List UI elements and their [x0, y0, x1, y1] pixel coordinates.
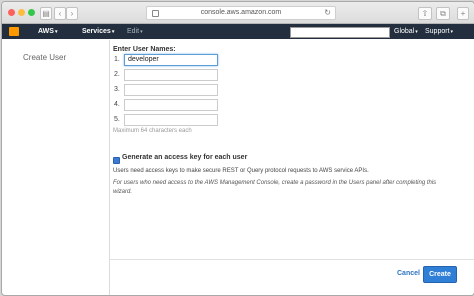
generate-access-key-label[interactable]: Generate an access key for each user: [122, 154, 247, 161]
navbar-search-input[interactable]: [290, 27, 390, 38]
row-number: 4.: [114, 101, 120, 108]
region-menu-label: Global: [394, 28, 415, 35]
back-button[interactable]: ‹: [54, 7, 66, 20]
chevron-down-icon: ▾: [450, 29, 454, 35]
create-button[interactable]: Create: [423, 266, 457, 283]
footer-divider: [110, 259, 474, 260]
share-icon[interactable]: ⇧: [418, 7, 432, 20]
url-text: console.aws.amazon.com: [200, 9, 282, 16]
tabs-icon[interactable]: ⧉: [436, 7, 450, 20]
chevron-down-icon: ▾: [415, 29, 418, 35]
support-menu[interactable]: Support▾: [425, 28, 453, 36]
cancel-button[interactable]: Cancel: [397, 270, 420, 277]
address-bar[interactable]: console.aws.amazon.com ↻: [146, 6, 336, 20]
chevron-down-icon: ▾: [111, 29, 115, 35]
generate-access-key-checkbox[interactable]: [113, 157, 120, 164]
max-characters-hint: Maximum 64 characters each: [113, 128, 192, 134]
browser-window: ▤ ‹ › console.aws.amazon.com ↻ ⇧ ⧉ + AWS…: [1, 1, 474, 296]
reload-icon[interactable]: ↻: [324, 7, 331, 19]
aws-navbar: AWS▾ Services▾ Edit▾ Global▾ Support▾: [2, 24, 474, 39]
sidebar-toggle-icon[interactable]: ▤: [40, 7, 52, 20]
row-number: 1.: [114, 56, 120, 63]
console-password-note: For users who need access to the AWS Man…: [113, 180, 437, 195]
services-menu-label: Services: [82, 28, 111, 35]
user-name-input-1[interactable]: developer: [124, 54, 218, 66]
aws-menu[interactable]: AWS▾: [38, 28, 57, 36]
chevron-down-icon: ▾: [54, 29, 58, 35]
create-user-form: Enter User Names: 1. developer 2. 3. 4. …: [110, 40, 474, 295]
row-number: 3.: [114, 86, 120, 93]
aws-menu-label: AWS: [38, 28, 54, 35]
user-name-input-5[interactable]: [124, 114, 218, 126]
wizard-sidebar: Create User: [2, 40, 110, 295]
row-number: 2.: [114, 71, 120, 78]
region-menu[interactable]: Global▾: [394, 28, 418, 36]
minimize-window-button[interactable]: [18, 9, 25, 16]
new-tab-button[interactable]: +: [457, 7, 469, 20]
chevron-down-icon: ▾: [140, 29, 143, 35]
user-name-input-3[interactable]: [124, 84, 218, 96]
user-names-label: Enter User Names:: [113, 46, 176, 53]
maximize-window-button[interactable]: [28, 9, 35, 16]
forward-button[interactable]: ›: [66, 7, 78, 20]
services-menu[interactable]: Services▾: [82, 28, 114, 36]
lock-icon: [152, 10, 159, 17]
edit-menu-label: Edit: [127, 28, 140, 35]
access-key-description: Users need access keys to make secure RE…: [113, 168, 369, 174]
wizard-step-title: Create User: [23, 53, 67, 62]
row-number: 5.: [114, 116, 120, 123]
user-name-input-4[interactable]: [124, 99, 218, 111]
aws-cube-icon[interactable]: [9, 27, 19, 36]
browser-toolbar: ▤ ‹ › console.aws.amazon.com ↻ ⇧ ⧉ +: [2, 2, 474, 24]
close-window-button[interactable]: [8, 9, 15, 16]
edit-menu[interactable]: Edit▾: [127, 28, 143, 36]
user-name-input-2[interactable]: [124, 69, 218, 81]
support-menu-label: Support: [425, 28, 450, 35]
